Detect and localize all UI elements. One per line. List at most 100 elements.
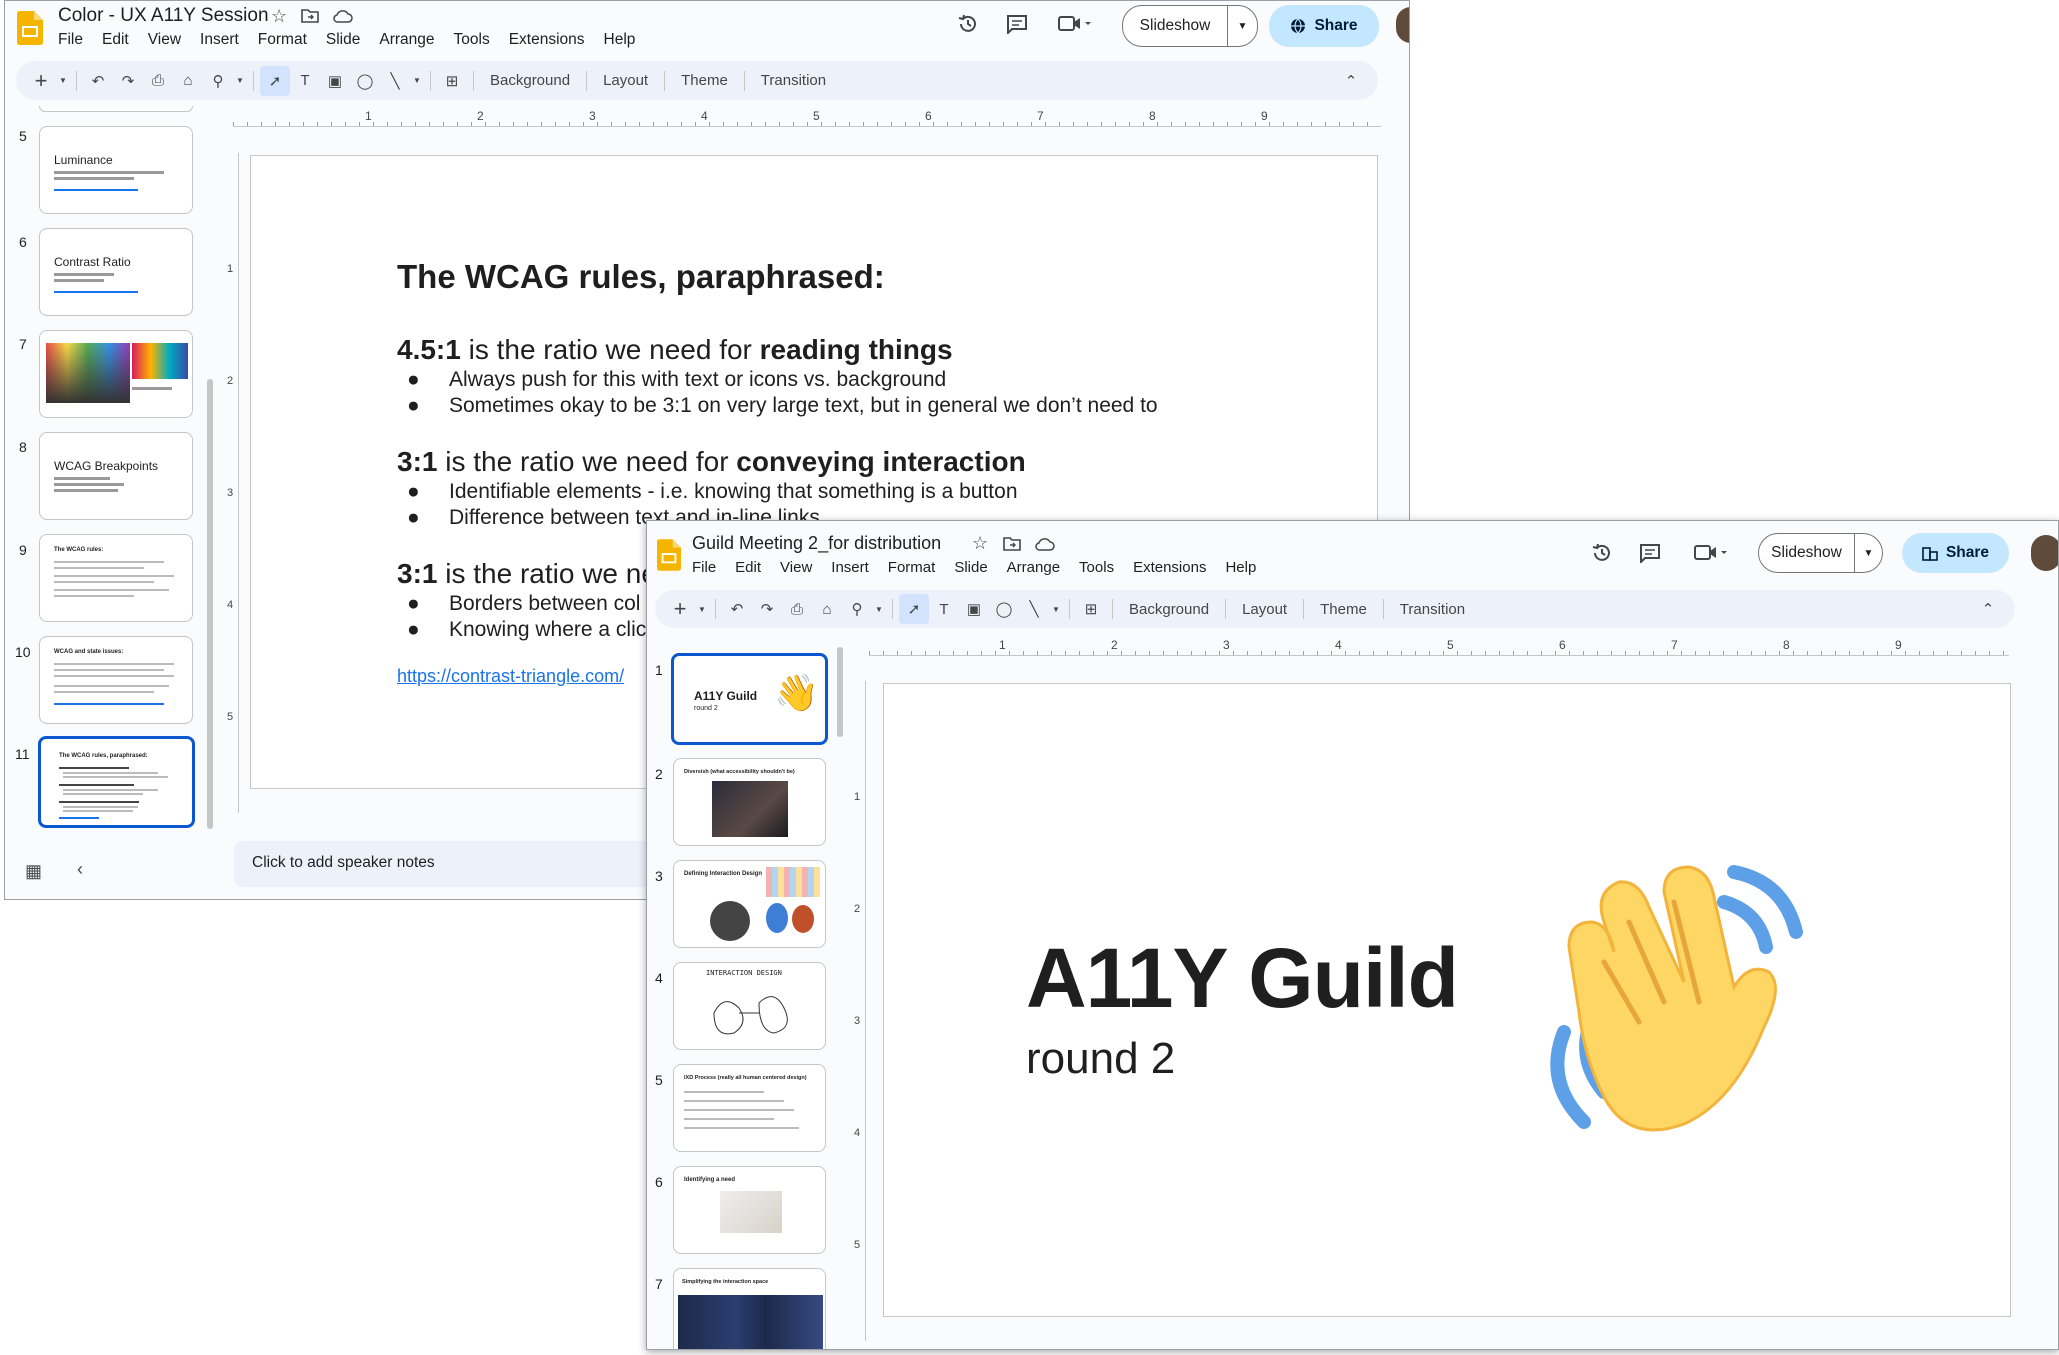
add-comment-icon[interactable]: ⊞ <box>1076 594 1106 624</box>
paint-format-icon[interactable]: ⌂ <box>173 66 203 96</box>
new-slide-dropdown-icon[interactable]: ▼ <box>695 594 709 624</box>
layout-button[interactable]: Layout <box>593 72 658 89</box>
theme-button[interactable]: Theme <box>1310 601 1377 618</box>
version-history-icon[interactable] <box>957 13 979 35</box>
thumbnail-slide-5[interactable]: IXD Process (really all human centered d… <box>673 1064 826 1152</box>
contrast-triangle-link[interactable]: https://contrast-triangle.com/ <box>397 666 624 687</box>
filmstrip-scrollbar[interactable] <box>837 647 843 737</box>
thumbnail-slide-9[interactable]: The WCAG rules: <box>39 534 193 622</box>
print-icon[interactable]: ⎙ <box>143 66 173 96</box>
menu-slide[interactable]: Slide <box>954 559 987 576</box>
star-icon[interactable]: ☆ <box>271 6 287 27</box>
slide-subtitle[interactable]: round 2 <box>1026 1034 1175 1084</box>
menu-format[interactable]: Format <box>258 31 307 49</box>
menu-help[interactable]: Help <box>1225 559 1256 576</box>
meet-video-icon[interactable] <box>1058 14 1092 34</box>
new-slide-dropdown-icon[interactable]: ▼ <box>56 66 70 96</box>
shape-icon[interactable]: ◯ <box>989 594 1019 624</box>
rule-2-bullet-1[interactable]: ● Identifiable elements - i.e. knowing th… <box>407 480 1018 504</box>
select-cursor-icon[interactable]: ➚ <box>260 65 290 96</box>
rule-3-line[interactable]: 3:1 is the ratio we ne <box>397 558 657 590</box>
avatar[interactable] <box>1396 7 1409 43</box>
thumbnail-slide-1[interactable]: A11Y Guild round 2 👋 <box>671 653 828 745</box>
menu-extensions[interactable]: Extensions <box>509 31 585 49</box>
layout-button[interactable]: Layout <box>1232 601 1297 618</box>
cloud-status-icon[interactable] <box>1035 537 1055 551</box>
line-icon[interactable]: ╲ <box>1019 594 1049 624</box>
thumbnail-slide-2[interactable]: Diversish (what accessibility shouldn't … <box>673 758 826 846</box>
slideshow-dropdown-icon[interactable]: ▼ <box>1854 534 1882 572</box>
menu-extensions[interactable]: Extensions <box>1133 559 1206 576</box>
slideshow-button[interactable]: Slideshow ▼ <box>1122 5 1258 47</box>
avatar[interactable] <box>2031 535 2058 571</box>
line-dropdown-icon[interactable]: ▼ <box>1049 594 1063 624</box>
thumbnail-slide-3[interactable]: Defining Interaction Design <box>673 860 826 948</box>
background-button[interactable]: Background <box>1119 601 1219 618</box>
menu-view[interactable]: View <box>780 559 812 576</box>
thumbnail-slide-6[interactable]: Identifying a need <box>673 1166 826 1254</box>
menu-file[interactable]: File <box>58 31 83 49</box>
slide-heading[interactable]: The WCAG rules, paraphrased: <box>397 258 885 296</box>
line-dropdown-icon[interactable]: ▼ <box>410 66 424 96</box>
redo-icon[interactable]: ↷ <box>113 66 143 96</box>
print-icon[interactable]: ⎙ <box>782 594 812 624</box>
menu-tools[interactable]: Tools <box>1079 559 1114 576</box>
doc-title[interactable]: Color - UX A11Y Session <box>58 5 269 27</box>
filmstrip-scrollbar[interactable] <box>207 379 213 829</box>
image-icon[interactable]: ▣ <box>959 594 989 624</box>
version-history-icon[interactable] <box>1591 542 1613 564</box>
menu-tools[interactable]: Tools <box>454 31 490 49</box>
thumbnail-slide-7[interactable] <box>39 330 193 418</box>
menu-insert[interactable]: Insert <box>200 31 239 49</box>
meet-video-icon[interactable] <box>1694 543 1728 563</box>
thumbnail-partial[interactable] <box>39 106 193 112</box>
new-slide-icon[interactable]: + <box>26 66 56 96</box>
move-folder-icon[interactable] <box>301 8 319 23</box>
paint-format-icon[interactable]: ⌂ <box>812 594 842 624</box>
select-cursor-icon[interactable]: ➚ <box>899 594 929 624</box>
rule-2-line[interactable]: 3:1 is the ratio we need for conveying i… <box>397 446 1026 478</box>
transition-button[interactable]: Transition <box>751 72 836 89</box>
thumbnail-slide-6[interactable]: Contrast Ratio <box>39 228 193 316</box>
waving-hand-icon[interactable] <box>1534 852 1814 1142</box>
undo-icon[interactable]: ↶ <box>83 66 113 96</box>
thumbnail-slide-11[interactable]: The WCAG rules, paraphrased: <box>38 736 195 828</box>
rule-1-bullet-1[interactable]: ● Always push for this with text or icons… <box>407 368 946 392</box>
menu-arrange[interactable]: Arrange <box>379 31 434 49</box>
add-comment-icon[interactable]: ⊞ <box>437 66 467 96</box>
collapse-toolbar-icon[interactable]: ⌃ <box>1973 594 2003 624</box>
rule-3-bullet-2[interactable]: ● Knowing where a clic <box>407 618 646 642</box>
menu-help[interactable]: Help <box>604 31 636 49</box>
background-button[interactable]: Background <box>480 72 580 89</box>
thumbnail-slide-5[interactable]: Luminance <box>39 126 193 214</box>
theme-button[interactable]: Theme <box>671 72 738 89</box>
image-icon[interactable]: ▣ <box>320 66 350 96</box>
thumbnail-slide-4[interactable]: INTERACTION DESIGN <box>673 962 826 1050</box>
slides-logo-icon[interactable] <box>17 11 43 45</box>
new-slide-icon[interactable]: + <box>665 594 695 624</box>
thumbnail-slide-10[interactable]: WCAG and state issues: <box>39 636 193 724</box>
collapse-toolbar-icon[interactable]: ⌃ <box>1336 66 1366 96</box>
menu-edit[interactable]: Edit <box>735 559 761 576</box>
menu-view[interactable]: View <box>148 31 181 49</box>
slide-title[interactable]: A11Y Guild <box>1026 930 1459 1027</box>
share-button[interactable]: Share <box>1269 5 1379 47</box>
shape-icon[interactable]: ◯ <box>350 66 380 96</box>
zoom-dropdown-icon[interactable]: ▼ <box>233 66 247 96</box>
zoom-icon[interactable]: ⚲ <box>842 594 872 624</box>
text-box-icon[interactable]: T <box>929 594 959 624</box>
menu-insert[interactable]: Insert <box>831 559 869 576</box>
menu-slide[interactable]: Slide <box>326 31 360 49</box>
slide-canvas[interactable]: A11Y Guild round 2 <box>883 683 2011 1317</box>
rule-1-bullet-2[interactable]: ● Sometimes okay to be 3:1 on very large … <box>407 394 1158 418</box>
menu-arrange[interactable]: Arrange <box>1007 559 1060 576</box>
move-folder-icon[interactable] <box>1003 536 1021 551</box>
zoom-icon[interactable]: ⚲ <box>203 66 233 96</box>
thumbnail-slide-8[interactable]: WCAG Breakpoints <box>39 432 193 520</box>
slides-logo-icon[interactable] <box>657 539 681 571</box>
comments-icon[interactable] <box>1006 14 1028 34</box>
star-icon[interactable]: ☆ <box>972 533 988 554</box>
share-button[interactable]: Share <box>1902 533 2009 573</box>
zoom-dropdown-icon[interactable]: ▼ <box>872 594 886 624</box>
grid-view-icon[interactable]: ▦ <box>25 861 42 882</box>
